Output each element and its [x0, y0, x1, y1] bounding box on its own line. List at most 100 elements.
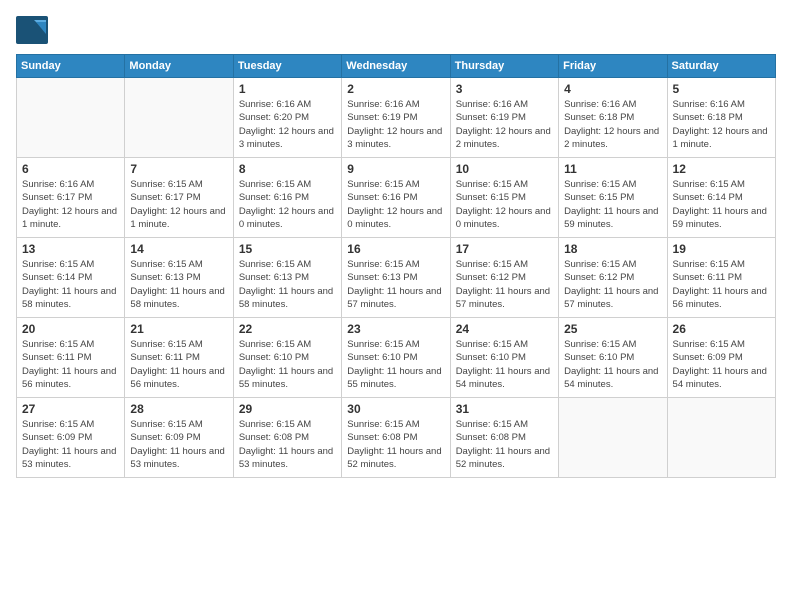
day-number: 17: [456, 242, 553, 256]
calendar-cell: 25Sunrise: 6:15 AM Sunset: 6:10 PM Dayli…: [559, 318, 667, 398]
day-number: 14: [130, 242, 227, 256]
day-number: 4: [564, 82, 661, 96]
calendar-cell: 30 Sunrise: 6:15 AM Sunset: 6:08 PM Dayli…: [342, 398, 450, 478]
calendar-cell: 9 Sunrise: 6:15 AM Sunset: 6:16 PM Daylig…: [342, 158, 450, 238]
day-number: 19: [673, 242, 770, 256]
day-number: 18: [564, 242, 661, 256]
day-info: Sunrise: 6:15 AM Sunset: 6:15 PM Dayligh…: [564, 178, 661, 231]
calendar-cell: 4 Sunrise: 6:16 AM Sunset: 6:18 PM Daylig…: [559, 78, 667, 158]
calendar-cell: 1 Sunrise: 6:16 AM Sunset: 6:20 PM Daylig…: [233, 78, 341, 158]
calendar-cell: 24 Sunrise: 6:15 AM Sunset: 6:10 PM Dayli…: [450, 318, 558, 398]
day-number: 31: [456, 402, 553, 416]
day-number: 9: [347, 162, 444, 176]
day-info: Sunrise: 6:15 AM Sunset: 6:10 PM Dayligh…: [347, 338, 444, 391]
day-number: 22: [239, 322, 336, 336]
day-number: 16: [347, 242, 444, 256]
weekday-header-sunday: Sunday: [17, 55, 125, 78]
day-info: Sunrise: 6:16 AM Sunset: 6:19 PM Dayligh…: [347, 98, 444, 151]
day-number: 7: [130, 162, 227, 176]
calendar-cell: 27Sunrise: 6:15 AM Sunset: 6:09 PM Dayli…: [17, 398, 125, 478]
calendar-cell: 2 Sunrise: 6:16 AM Sunset: 6:19 PM Daylig…: [342, 78, 450, 158]
day-info: Sunrise: 6:16 AM Sunset: 6:20 PM Dayligh…: [239, 98, 336, 151]
day-number: 6: [22, 162, 119, 176]
day-info: Sunrise: 6:15 AM Sunset: 6:14 PM Dayligh…: [22, 258, 119, 311]
day-number: 23: [347, 322, 444, 336]
calendar-cell: 23 Sunrise: 6:15 AM Sunset: 6:10 PM Dayli…: [342, 318, 450, 398]
calendar-cell: [17, 78, 125, 158]
day-number: 1: [239, 82, 336, 96]
day-info: Sunrise: 6:15 AM Sunset: 6:16 PM Dayligh…: [239, 178, 336, 231]
calendar-cell: 22 Sunrise: 6:15 AM Sunset: 6:10 PM Dayli…: [233, 318, 341, 398]
calendar-cell: 29 Sunrise: 6:15 AM Sunset: 6:08 PM Dayli…: [233, 398, 341, 478]
day-number: 24: [456, 322, 553, 336]
day-info: Sunrise: 6:15 AM Sunset: 6:08 PM Dayligh…: [347, 418, 444, 471]
calendar-week-3: 13 Sunrise: 6:15 AM Sunset: 6:14 PM Dayli…: [17, 238, 776, 318]
calendar-week-1: 1 Sunrise: 6:16 AM Sunset: 6:20 PM Daylig…: [17, 78, 776, 158]
day-info: Sunrise: 6:15 AM Sunset: 6:13 PM Dayligh…: [347, 258, 444, 311]
day-number: 11: [564, 162, 661, 176]
day-info: Sunrise: 6:15 AM Sunset: 6:10 PM Dayligh…: [239, 338, 336, 391]
calendar-cell: 21Sunrise: 6:15 AM Sunset: 6:11 PM Dayli…: [125, 318, 233, 398]
day-info: Sunrise: 6:15 AM Sunset: 6:12 PM Dayligh…: [564, 258, 661, 311]
calendar-cell: 6 Sunrise: 6:16 AM Sunset: 6:17 PM Daylig…: [17, 158, 125, 238]
calendar-cell: [125, 78, 233, 158]
day-info: Sunrise: 6:15 AM Sunset: 6:14 PM Dayligh…: [673, 178, 770, 231]
day-number: 30: [347, 402, 444, 416]
day-number: 25: [564, 322, 661, 336]
weekday-header-saturday: Saturday: [667, 55, 775, 78]
day-info: Sunrise: 6:15 AM Sunset: 6:11 PM Dayligh…: [22, 338, 119, 391]
day-number: 26: [673, 322, 770, 336]
day-info: Sunrise: 6:15 AM Sunset: 6:10 PM Dayligh…: [456, 338, 553, 391]
day-info: Sunrise: 6:15 AM Sunset: 6:08 PM Dayligh…: [456, 418, 553, 471]
day-info: Sunrise: 6:16 AM Sunset: 6:17 PM Dayligh…: [22, 178, 119, 231]
calendar-week-5: 27 Sunrise: 6:15 AM Sunset: 6:09 PM Dayli…: [17, 398, 776, 478]
calendar-cell: 16 Sunrise: 6:15 AM Sunset: 6:13 PM Dayli…: [342, 238, 450, 318]
logo: [16, 16, 50, 44]
calendar-week-4: 20Sunrise: 6:15 AM Sunset: 6:11 PM Dayli…: [17, 318, 776, 398]
calendar-cell: 10Sunrise: 6:15 AM Sunset: 6:15 PM Dayli…: [450, 158, 558, 238]
calendar-cell: 20Sunrise: 6:15 AM Sunset: 6:11 PM Dayli…: [17, 318, 125, 398]
day-number: 28: [130, 402, 227, 416]
weekday-header-monday: Monday: [125, 55, 233, 78]
day-info: Sunrise: 6:15 AM Sunset: 6:09 PM Dayligh…: [130, 418, 227, 471]
calendar-cell: 7 Sunrise: 6:15 AM Sunset: 6:17 PM Daylig…: [125, 158, 233, 238]
day-number: 10: [456, 162, 553, 176]
page-header: [16, 16, 776, 44]
calendar-cell: 19 Sunrise: 6:15 AM Sunset: 6:11 PM Dayli…: [667, 238, 775, 318]
day-number: 12: [673, 162, 770, 176]
day-info: Sunrise: 6:15 AM Sunset: 6:11 PM Dayligh…: [673, 258, 770, 311]
weekday-header-wednesday: Wednesday: [342, 55, 450, 78]
day-number: 27: [22, 402, 119, 416]
day-info: Sunrise: 6:15 AM Sunset: 6:16 PM Dayligh…: [347, 178, 444, 231]
day-number: 8: [239, 162, 336, 176]
calendar-cell: 3 Sunrise: 6:16 AM Sunset: 6:19 PM Daylig…: [450, 78, 558, 158]
calendar-cell: 5Sunrise: 6:16 AM Sunset: 6:18 PM Daylig…: [667, 78, 775, 158]
day-number: 15: [239, 242, 336, 256]
calendar-cell: 18 Sunrise: 6:15 AM Sunset: 6:12 PM Dayli…: [559, 238, 667, 318]
day-info: Sunrise: 6:16 AM Sunset: 6:18 PM Dayligh…: [564, 98, 661, 151]
day-info: Sunrise: 6:15 AM Sunset: 6:11 PM Dayligh…: [130, 338, 227, 391]
day-info: Sunrise: 6:15 AM Sunset: 6:12 PM Dayligh…: [456, 258, 553, 311]
calendar-table: SundayMondayTuesdayWednesdayThursdayFrid…: [16, 54, 776, 478]
calendar-cell: 8 Sunrise: 6:15 AM Sunset: 6:16 PM Daylig…: [233, 158, 341, 238]
calendar-cell: 14 Sunrise: 6:15 AM Sunset: 6:13 PM Dayli…: [125, 238, 233, 318]
calendar-cell: 28 Sunrise: 6:15 AM Sunset: 6:09 PM Dayli…: [125, 398, 233, 478]
calendar-cell: 13 Sunrise: 6:15 AM Sunset: 6:14 PM Dayli…: [17, 238, 125, 318]
day-info: Sunrise: 6:15 AM Sunset: 6:17 PM Dayligh…: [130, 178, 227, 231]
calendar-cell: 17 Sunrise: 6:15 AM Sunset: 6:12 PM Dayli…: [450, 238, 558, 318]
day-info: Sunrise: 6:15 AM Sunset: 6:13 PM Dayligh…: [239, 258, 336, 311]
day-info: Sunrise: 6:15 AM Sunset: 6:08 PM Dayligh…: [239, 418, 336, 471]
day-number: 13: [22, 242, 119, 256]
calendar-cell: 26Sunrise: 6:15 AM Sunset: 6:09 PM Dayli…: [667, 318, 775, 398]
day-number: 29: [239, 402, 336, 416]
weekday-header-row: SundayMondayTuesdayWednesdayThursdayFrid…: [17, 55, 776, 78]
calendar-cell: 11 Sunrise: 6:15 AM Sunset: 6:15 PM Dayli…: [559, 158, 667, 238]
weekday-header-thursday: Thursday: [450, 55, 558, 78]
calendar-cell: [667, 398, 775, 478]
weekday-header-friday: Friday: [559, 55, 667, 78]
day-number: 2: [347, 82, 444, 96]
calendar-cell: 12 Sunrise: 6:15 AM Sunset: 6:14 PM Dayli…: [667, 158, 775, 238]
day-info: Sunrise: 6:15 AM Sunset: 6:13 PM Dayligh…: [130, 258, 227, 311]
day-info: Sunrise: 6:16 AM Sunset: 6:19 PM Dayligh…: [456, 98, 553, 151]
day-number: 3: [456, 82, 553, 96]
